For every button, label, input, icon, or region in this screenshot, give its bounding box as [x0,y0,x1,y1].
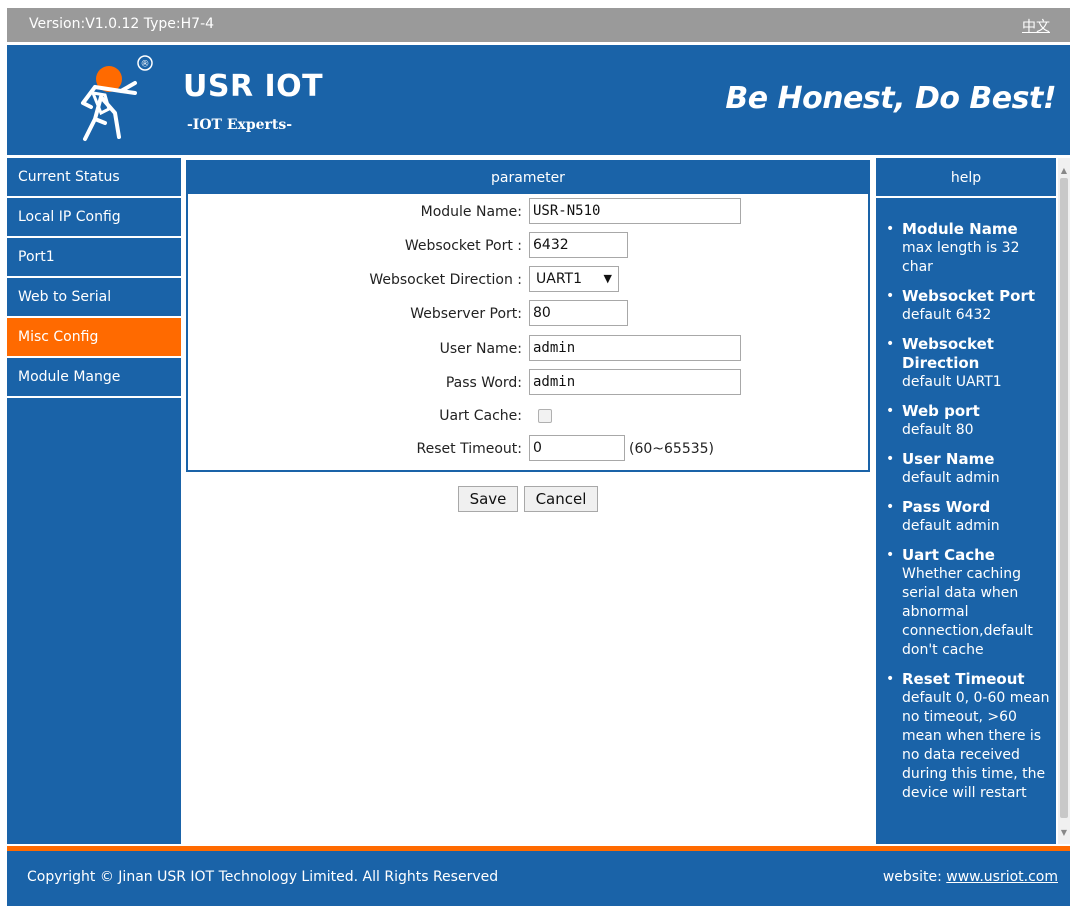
webserver-port-input[interactable]: 80 [529,300,628,326]
help-item-text: Whether caching serial data when abnorma… [902,566,1033,658]
website-link[interactable]: www.usriot.com [946,869,1058,885]
slogan: Be Honest, Do Best! [725,81,1056,116]
webserver-port-row: Webserver Port: 80 [188,300,868,328]
dropdown-arrow-icon: ▼ [603,272,612,285]
scrollbar-thumb[interactable] [1060,178,1068,818]
websocket-port-label: Websocket Port : [404,238,522,254]
help-panel-title: help [876,158,1056,198]
help-item-title: Uart Cache [902,546,995,564]
help-item-title: Websocket Port [902,287,1036,305]
sidebar-item-module-mange[interactable]: Module Mange [7,358,181,398]
parameter-panel: parameter Module Name: USR-N510 Websocke… [186,160,870,472]
sidebar-item-local-ip-config[interactable]: Local IP Config [7,198,181,238]
module-name-input[interactable]: USR-N510 [529,198,741,224]
version-text: Version:V1.0.12 Type:H7-4 [29,16,215,32]
reset-timeout-input[interactable]: 0 [529,435,625,461]
module-name-label: Module Name: [420,204,522,220]
uart-cache-row: Uart Cache: [188,402,868,430]
websocket-direction-value: UART1 [536,271,582,287]
website-label: website: [882,869,942,885]
pass-word-input[interactable]: admin [529,369,741,395]
cancel-button[interactable]: Cancel [524,486,598,512]
header: ® USR IOT -IOT Experts- Be Honest, Do Be… [7,45,1070,155]
version-bar: Version:V1.0.12 Type:H7-4 中文 [7,8,1070,42]
page: { "topbar": { "version_text": "Version:V… [0,0,1070,906]
sidebar-item-current-status[interactable]: Current Status [7,158,181,198]
help-item-text: default 80 [902,422,974,438]
websocket-port-row: Websocket Port : 6432 [188,232,868,260]
help-item-title: User Name [902,450,995,468]
help-item-text: max length is 32 char [902,240,1020,275]
help-item-websocket-port: Websocket Port default 6432 [882,287,1050,325]
help-item-pass-word: Pass Word default admin [882,498,1050,536]
reset-timeout-range-hint: (60~65535) [629,441,715,457]
sidebar-nav: Current Status Local IP Config Port1 Web… [7,158,181,844]
help-panel: help Module Name max length is 32 char W… [876,158,1056,844]
usr-running-man-logo-icon: ® [81,55,153,141]
scroll-down-arrow-icon[interactable]: ▼ [1058,826,1070,840]
user-name-input[interactable]: admin [529,335,741,361]
websocket-port-input[interactable]: 6432 [529,232,628,258]
help-item-title: Pass Word [902,498,991,516]
module-name-row: Module Name: USR-N510 [188,198,868,226]
websocket-direction-label: Websocket Direction : [369,272,522,288]
help-item-title: Websocket Direction [902,335,994,372]
help-item-title: Module Name [902,220,1018,238]
help-item-text: default 0, 0-60 mean no timeout, >60 mea… [902,690,1050,801]
help-item-uart-cache: Uart Cache Whether caching serial data w… [882,546,1050,660]
websocket-direction-row: Websocket Direction : UART1 ▼ [188,266,868,294]
reset-timeout-label: Reset Timeout: [416,441,522,457]
sidebar-item-misc-config[interactable]: Misc Config [7,318,181,358]
language-switch-link[interactable]: 中文 [1022,16,1050,36]
help-list: Module Name max length is 32 char Websoc… [876,198,1056,803]
websocket-direction-select[interactable]: UART1 ▼ [529,266,619,292]
help-item-text: default UART1 [902,374,1002,390]
save-button[interactable]: Save [458,486,518,512]
help-item-text: default admin [902,470,1000,486]
help-item-text: default admin [902,518,1000,534]
sidebar-item-port1[interactable]: Port1 [7,238,181,278]
user-name-row: User Name: admin [188,335,868,363]
help-item-title: Web port [902,402,980,420]
help-item-web-port: Web port default 80 [882,402,1050,440]
sidebar-item-web-to-serial[interactable]: Web to Serial [7,278,181,318]
website-info: website: www.usriot.com [883,869,1058,885]
parameter-panel-title: parameter [188,162,868,194]
help-item-user-name: User Name default admin [882,450,1050,488]
brand-name: USR IOT [183,69,324,104]
reset-timeout-row: Reset Timeout: 0 (60~65535) [188,435,868,463]
help-scrollbar[interactable]: ▲ ▼ [1058,158,1070,844]
pass-word-row: Pass Word: admin [188,369,868,397]
help-item-module-name: Module Name max length is 32 char [882,220,1050,277]
copyright-text: Copyright © Jinan USR IOT Technology Lim… [27,869,499,885]
pass-word-label: Pass Word: [445,375,522,391]
footer: Copyright © Jinan USR IOT Technology Lim… [7,851,1070,906]
uart-cache-label: Uart Cache: [439,408,522,424]
scroll-up-arrow-icon[interactable]: ▲ [1058,164,1070,178]
uart-cache-checkbox[interactable] [538,409,552,423]
user-name-label: User Name: [439,341,522,357]
help-item-websocket-direction: Websocket Direction default UART1 [882,335,1050,392]
help-item-reset-timeout: Reset Timeout default 0, 0-60 mean no ti… [882,670,1050,803]
webserver-port-label: Webserver Port: [410,306,522,322]
brand-tagline: -IOT Experts- [187,117,293,133]
registered-mark: ® [141,60,150,70]
help-item-text: default 6432 [902,307,992,323]
help-item-title: Reset Timeout [902,670,1025,688]
